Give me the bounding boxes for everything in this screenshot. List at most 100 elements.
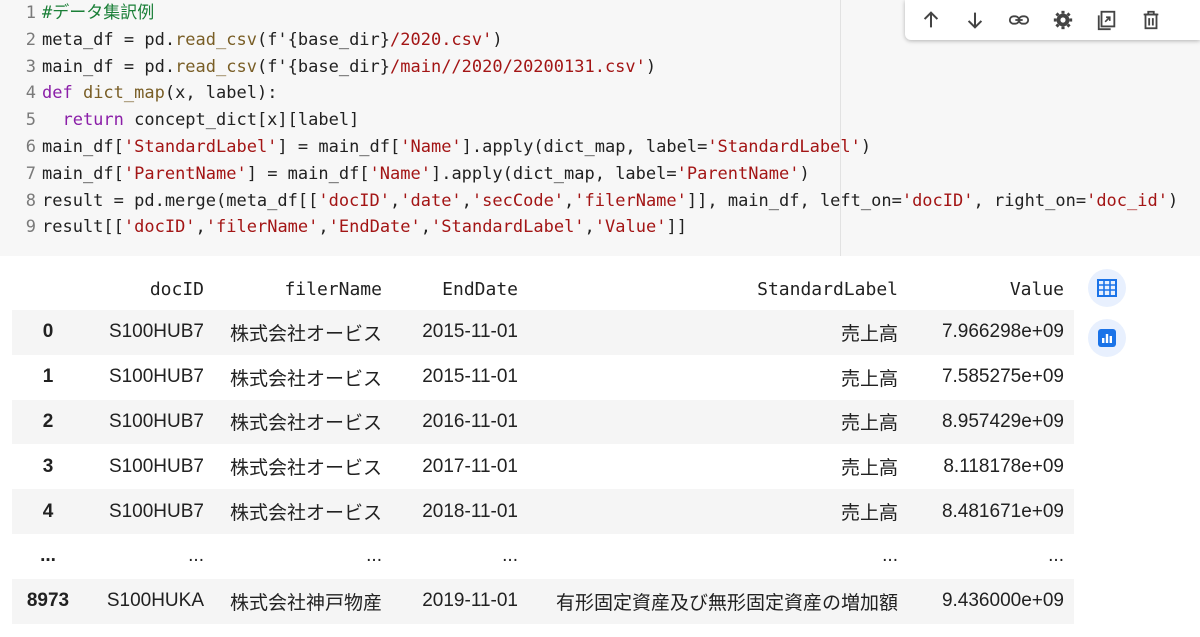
- row-index: 8973: [26, 590, 70, 612]
- table-cell: S100HUB7: [108, 410, 204, 432]
- table-cell: ...: [502, 545, 518, 567]
- code-token: ,: [420, 217, 432, 238]
- code-token: #データ集訳例: [42, 3, 155, 23]
- delete-icon: [1143, 10, 1159, 30]
- code-token: 'Value': [594, 217, 667, 238]
- table-cell: 株式会社オービス: [229, 368, 382, 390]
- code-token: ,: [564, 190, 575, 211]
- code-token: ,: [461, 190, 472, 211]
- row-index: 3: [42, 455, 54, 477]
- code-token: ): [799, 163, 810, 184]
- code-token: ] = main_df[: [246, 163, 370, 184]
- code-token: ): [860, 136, 872, 157]
- code-line[interactable]: 5 return concept_dict[x][label]: [0, 107, 1178, 134]
- code-token: /2020.csv': [390, 29, 493, 50]
- table-cell: ...: [1048, 545, 1064, 567]
- code-token: 'docID': [318, 190, 390, 211]
- table-cell: 株式会社神戸物産: [229, 592, 382, 614]
- code-token: 'StandardLabel': [707, 136, 861, 157]
- move-cell-up-button[interactable]: [913, 2, 949, 38]
- code-token: ].apply(dict_map, label=: [430, 163, 677, 184]
- code-line[interactable]: 3 main_df = pd. read_csv (f'{base_dir}/main…: [0, 54, 1178, 81]
- dataframe-table: docID filerName EndDate StandardLabel Va…: [12, 268, 1074, 624]
- line-number: 2: [25, 29, 36, 50]
- suggest-chart-button[interactable]: [1088, 319, 1126, 357]
- code-token: 'secCode': [471, 190, 565, 211]
- table-cell: 有形固定資産及び無形固定資産の増加額: [555, 592, 898, 614]
- table-cell: 2015-11-01: [422, 366, 518, 388]
- code-line[interactable]: 8 result = pd.merge(meta_df[['docID','dat…: [0, 188, 1178, 215]
- code-token: ): [645, 56, 657, 77]
- column-header: filerName: [284, 278, 382, 300]
- table-cell: ...: [188, 545, 204, 567]
- code-token: concept_dict[x][label]: [134, 110, 360, 131]
- table-cell: S100HUB7: [108, 321, 204, 343]
- code-line[interactable]: 9 result[['docID','filerName', 'EndDate', '…: [0, 214, 1178, 241]
- code-token: ].apply(dict_map, label=: [461, 136, 708, 157]
- table-row: ..................: [12, 534, 1074, 579]
- code-token: (x, label):: [164, 83, 278, 104]
- arrow-down-icon: [967, 12, 983, 29]
- code-token: ,: [318, 217, 329, 238]
- table-cell: S100HUB7: [108, 455, 204, 477]
- code-token: , right_on=: [973, 190, 1087, 211]
- code-token: 'StandardLabel': [123, 136, 278, 157]
- chart-suggest-icon: [1098, 329, 1116, 347]
- line-number: 5: [25, 110, 36, 131]
- column-header: docID: [149, 278, 204, 300]
- code-line[interactable]: 4 def dict_map (x, label):: [0, 80, 1178, 107]
- table-row: 1 S100HUB7 株式会社オービス 2015-11-01 売上高 7.585275e+…: [12, 355, 1074, 400]
- table-cell: 株式会社オービス: [229, 413, 382, 435]
- table-cell: S100HUB7: [108, 366, 204, 388]
- cell-output: docID filerName EndDate StandardLabel Va…: [0, 256, 1200, 637]
- row-index: 0: [42, 321, 54, 343]
- link-icon: [1008, 15, 1030, 25]
- table-row: 2 S100HUB7 株式会社オービス 2016-11-01 売上高 8.957429e+…: [12, 399, 1074, 445]
- mirror-cell-icon: [1097, 10, 1116, 31]
- table-cell: 2019-11-01: [422, 590, 518, 612]
- table-cell: S100HUKA: [106, 590, 204, 612]
- mirror-cell-button[interactable]: [1089, 2, 1125, 38]
- code-token: 'docID': [901, 190, 974, 211]
- code-token: 'EndDate': [328, 217, 421, 238]
- row-index: 1: [42, 366, 54, 388]
- code-token: (f'{base_dir}: [256, 29, 391, 50]
- table-cell: 8.481671e+09: [941, 500, 1064, 522]
- index-header: [12, 268, 84, 310]
- copy-link-button[interactable]: [1001, 2, 1037, 38]
- code-line[interactable]: 6 main_df['StandardLabel'] = main_df['Nam…: [0, 134, 1178, 161]
- table-cell: 8.957429e+09: [941, 410, 1064, 432]
- code-token: 'doc_id': [1086, 190, 1168, 211]
- code-token: read_csv: [175, 56, 257, 77]
- line-number: 4: [25, 83, 36, 104]
- table-cell: 8.118178e+09: [943, 455, 1064, 477]
- row-index: 2: [42, 410, 54, 432]
- column-header: EndDate: [442, 278, 518, 300]
- code-token: 'filerName': [205, 217, 319, 238]
- cell-settings-button[interactable]: [1045, 2, 1081, 38]
- line-number: 9: [25, 217, 36, 238]
- code-token: 'ParentName': [123, 163, 247, 184]
- interactive-table-button[interactable]: [1088, 269, 1126, 307]
- code-token: 'StandardLabel': [431, 217, 585, 238]
- code-token: meta_df = pd.: [42, 29, 176, 50]
- line-number: 1: [25, 3, 36, 23]
- table-cell: 2015-11-01: [422, 321, 518, 343]
- table-cell: 株式会社オービス: [229, 503, 382, 525]
- code-token: 'Name': [369, 163, 431, 184]
- line-number: 8: [25, 190, 36, 211]
- code-token: result = pd.merge(meta_df[[: [42, 190, 319, 211]
- table-cell: 売上高: [840, 458, 898, 480]
- code-token: 'filerName': [574, 190, 687, 211]
- table-cell: 株式会社オービス: [229, 458, 382, 480]
- move-cell-down-button[interactable]: [957, 2, 993, 38]
- table-cell: 株式会社オービス: [229, 323, 382, 345]
- code-line[interactable]: 7 main_df['ParentName'] = main_df['Name']…: [0, 161, 1178, 188]
- table-cell: ...: [366, 545, 382, 567]
- delete-cell-button[interactable]: [1133, 2, 1169, 38]
- line-number: 6: [25, 136, 36, 157]
- editor-ruler: [840, 0, 841, 256]
- table-cell: ...: [882, 545, 898, 567]
- code-token: ]]: [666, 217, 687, 238]
- table-view-icon: [1097, 279, 1117, 297]
